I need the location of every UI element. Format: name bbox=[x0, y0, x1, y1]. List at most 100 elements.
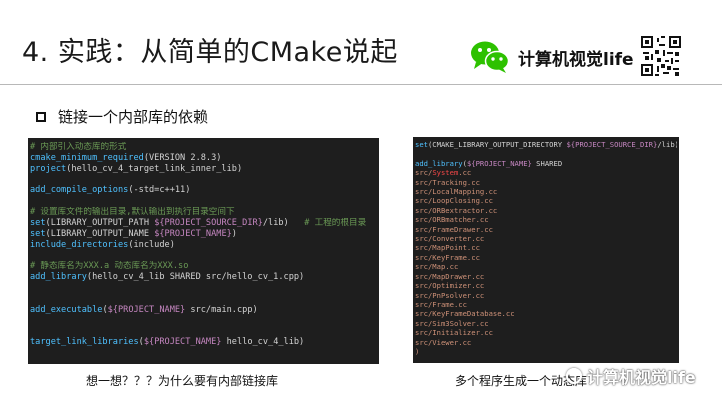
code-token: src/PnPsolver.cc bbox=[415, 290, 485, 300]
code-token: src/Optimizer.cc bbox=[415, 281, 485, 291]
code-line: ) bbox=[415, 347, 677, 356]
code-token: src/Map.cc bbox=[415, 262, 459, 272]
code-token: src/LoopClosing.cc bbox=[415, 196, 493, 206]
code-token: ${PROJECT_NAME} bbox=[143, 337, 222, 348]
code-token: src/FrameDrawer.cc bbox=[415, 224, 493, 234]
code-line: src/ORBmatcher.cc bbox=[415, 215, 677, 224]
code-token: (VERSION 2.8.3) bbox=[143, 152, 222, 163]
code-token: # 静态库名为XXX.a 动态库名为XXX.so bbox=[30, 261, 189, 272]
watermark-text: 计算机视觉life bbox=[587, 368, 696, 387]
code-token: (hello_cv_4_target_link_inner_lib) bbox=[66, 163, 243, 174]
hollow-square-bullet-icon bbox=[36, 111, 46, 122]
code-line: src/LocalMapping.cc bbox=[415, 187, 677, 196]
code-token: add_compile_options bbox=[30, 185, 129, 196]
code-token: (LIBRARY_OUTPUT_NAME bbox=[45, 228, 155, 239]
code-line: src/Viewer.cc bbox=[415, 338, 677, 347]
bullet-point: 链接一个内部库的依赖 bbox=[36, 106, 208, 127]
code-token: (-std=c++11) bbox=[128, 185, 191, 196]
code-token: ${PROJECT_SOURCE_DIR} bbox=[154, 217, 263, 228]
code-token: (hello_cv_4_lib SHARED src/hello_cv_1.cp… bbox=[86, 272, 305, 283]
code-token: src/ORBmatcher.cc bbox=[415, 215, 489, 225]
code-line: src/Initializer.cc bbox=[415, 328, 677, 337]
code-token: (include) bbox=[128, 239, 175, 250]
code-line: src/FrameDrawer.cc bbox=[415, 225, 677, 234]
bullet-text: 链接一个内部库的依赖 bbox=[58, 108, 209, 126]
code-token: project bbox=[30, 163, 67, 174]
code-line: add_library(hello_cv_4_lib SHARED src/he… bbox=[30, 272, 377, 283]
code-token: ${PROJECT_NAME} bbox=[466, 158, 532, 168]
code-line: target_link_libraries(${PROJECT_NAME} he… bbox=[30, 337, 377, 348]
code-token: src/KeyFrameDatabase.cc bbox=[415, 309, 515, 319]
code-line: src/KeyFrame.cc bbox=[415, 253, 677, 262]
code-line: src/PnPsolver.cc bbox=[415, 291, 677, 300]
code-line: src/MapDrawer.cc bbox=[415, 272, 677, 281]
code-token: set bbox=[415, 140, 428, 149]
code-token: add_library bbox=[30, 272, 87, 283]
code-token: src/LocalMapping.cc bbox=[415, 187, 498, 197]
qr-code-icon bbox=[641, 36, 681, 76]
code-token: cmake_minimum_required bbox=[30, 152, 144, 163]
code-token: ${PROJECT_NAME} bbox=[154, 228, 232, 239]
code-token: ${PROJECT_SOURCE_DIR} bbox=[566, 140, 658, 149]
code-line: include_directories(include) bbox=[30, 240, 377, 251]
code-token: /lib) bbox=[262, 217, 305, 228]
caption-left: 想一想？？？为什么要有内部链接库 bbox=[86, 374, 279, 388]
code-token: ) bbox=[415, 346, 420, 356]
code-token: src/Frame.cc bbox=[415, 299, 467, 309]
code-token: ${PROJECT_NAME} bbox=[107, 304, 186, 315]
code-token: src/Converter.cc bbox=[415, 234, 485, 244]
code-token: System bbox=[432, 168, 459, 178]
code-line: src/Map.cc bbox=[415, 262, 677, 271]
wechat-icon bbox=[471, 41, 510, 73]
code-token: src/MapDrawer.cc bbox=[415, 271, 485, 281]
code-line: src/Converter.cc bbox=[415, 234, 677, 243]
code-token: src/Tracking.cc bbox=[415, 177, 480, 187]
code-line: set(LIBRARY_OUTPUT_NAME ${PROJECT_NAME}) bbox=[30, 229, 377, 240]
brand-name: 计算机视觉life bbox=[518, 49, 634, 70]
code-token: src/KeyFrame.cc bbox=[415, 252, 480, 262]
code-block-left: # 内部引入动态库的形式 cmake_minimum_required(VERSI… bbox=[28, 138, 379, 364]
code-line: # 内部引入动态库的形式 bbox=[30, 142, 377, 153]
brand-logo: 计算机视觉life bbox=[470, 39, 634, 75]
code-line: project(hello_cv_4_target_link_inner_lib… bbox=[30, 164, 377, 175]
code-token: .cc bbox=[458, 168, 472, 178]
code-token: src/ORBextractor.cc bbox=[415, 205, 498, 215]
code-token: src/Initializer.cc bbox=[415, 328, 493, 338]
code-token: add_executable bbox=[30, 304, 103, 315]
code-line: src/ORBextractor.cc bbox=[415, 206, 677, 215]
code-line: set(LIBRARY_OUTPUT_PATH ${PROJECT_SOURCE… bbox=[30, 218, 377, 229]
code-line: set(CMAKE_LIBRARY_OUTPUT_DIRECTORY ${PRO… bbox=[415, 140, 677, 149]
code-line: # 静态库名为XXX.a 动态库名为XXX.so bbox=[30, 261, 377, 272]
code-token: /lib) bbox=[657, 140, 677, 149]
code-token: src/MapPoint.cc bbox=[415, 243, 480, 253]
code-token: ) bbox=[231, 228, 237, 239]
title-divider bbox=[0, 84, 722, 85]
code-token: src/Sim3Solver.cc bbox=[415, 318, 489, 328]
code-line: src/System.cc bbox=[415, 168, 677, 177]
code-token: # 内部引入动态库的形式 bbox=[30, 142, 127, 152]
code-token: src/Viewer.cc bbox=[415, 337, 472, 347]
code-line: src/KeyFrameDatabase.cc bbox=[415, 309, 677, 318]
code-line: src/Sim3Solver.cc bbox=[415, 319, 677, 328]
code-token: src/main.cpp) bbox=[185, 304, 258, 315]
code-line: cmake_minimum_required(VERSION 2.8.3) bbox=[30, 153, 377, 164]
code-token: src/ bbox=[415, 168, 433, 178]
code-line: src/Frame.cc bbox=[415, 300, 677, 309]
code-line: add_library(${PROJECT_NAME} SHARED bbox=[415, 159, 677, 168]
watermark: 计算机视觉life bbox=[566, 364, 696, 388]
slide-title: 4. 实践：从简单的CMake说起 bbox=[22, 37, 398, 68]
code-line: add_compile_options(-std=c++11) bbox=[30, 185, 377, 196]
code-token: # 工程的根目录 bbox=[304, 217, 367, 228]
code-token: target_link_libraries bbox=[30, 337, 139, 348]
code-line: src/MapPoint.cc bbox=[415, 243, 677, 252]
code-token: hello_cv_4_lib) bbox=[221, 337, 305, 348]
code-token: add_library bbox=[415, 158, 463, 168]
code-line: src/Optimizer.cc bbox=[415, 281, 677, 290]
